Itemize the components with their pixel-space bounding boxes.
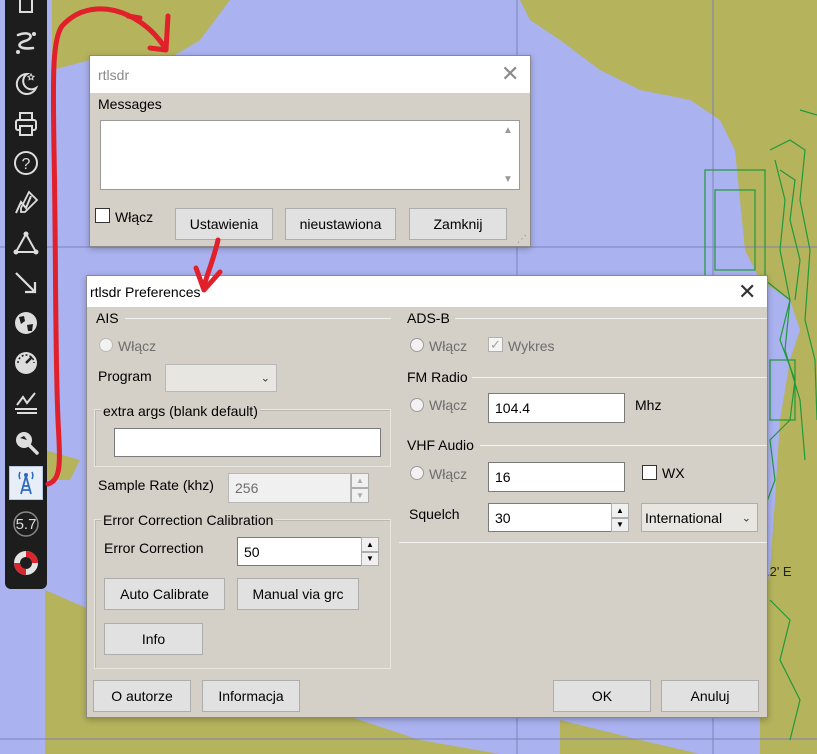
ecc-header: Error Correction Calibration: [101, 512, 276, 528]
error-correction-input[interactable]: 50: [237, 537, 362, 566]
fm-enable-label: Włącz: [429, 397, 468, 413]
fm-unit-label: Mhz: [635, 397, 662, 413]
svg-text:?: ?: [22, 156, 31, 173]
dashboard-icon[interactable]: [9, 346, 43, 380]
about-button[interactable]: O autorze: [93, 680, 191, 712]
manual-grc-button[interactable]: Manual via grc: [237, 578, 359, 610]
error-correction-spinner[interactable]: ▲ ▼: [361, 537, 379, 566]
sample-rate-input[interactable]: 256: [228, 473, 351, 503]
draw-icon[interactable]: [9, 186, 43, 220]
enable-checkbox[interactable]: [95, 208, 110, 223]
wx-checkbox[interactable]: [642, 465, 657, 480]
vhf-channel-value: 16: [495, 469, 511, 485]
close-icon[interactable]: ✕: [501, 63, 519, 85]
status-button[interactable]: nieustawiona: [285, 208, 396, 240]
lifebuoy-icon[interactable]: [9, 546, 43, 580]
squelch-value: 30: [495, 509, 511, 526]
sample-rate-spinner[interactable]: ▲ ▼: [351, 473, 369, 503]
program-select[interactable]: ⌄: [165, 364, 277, 392]
scroll-down-icon[interactable]: ▼: [503, 174, 513, 185]
window-title: rtlsdr: [98, 67, 130, 83]
help-icon[interactable]: ?: [9, 146, 43, 180]
adsb-plot-checkbox[interactable]: ✓: [488, 337, 503, 352]
route-icon[interactable]: [9, 26, 43, 60]
fm-frequency-input[interactable]: 104.4: [488, 393, 625, 423]
chevron-down-icon: ⌄: [741, 512, 751, 524]
vhf-header: VHF Audio: [407, 437, 474, 453]
print-icon[interactable]: [9, 107, 43, 141]
squelch-input[interactable]: 30: [488, 503, 612, 532]
zoom-level[interactable]: 5.7: [9, 507, 43, 541]
measure-icon[interactable]: [9, 266, 43, 300]
chart-icon[interactable]: [9, 385, 43, 419]
messages-scrollbar[interactable]: ▲ ▼: [499, 121, 519, 189]
vhf-bottom-divider: [399, 542, 767, 543]
squelch-label: Squelch: [409, 506, 460, 522]
spin-up-icon[interactable]: ▲: [611, 503, 629, 518]
ok-button[interactable]: OK: [553, 680, 651, 712]
fm-enable-radio[interactable]: [410, 398, 424, 412]
messages-label: Messages: [98, 96, 162, 112]
squelch-spinner[interactable]: ▲ ▼: [611, 503, 629, 532]
spin-down-icon[interactable]: ▼: [351, 488, 369, 503]
spin-down-icon[interactable]: ▼: [611, 517, 629, 532]
tracks-icon[interactable]: [9, 226, 43, 260]
information-button[interactable]: Informacja: [202, 680, 300, 712]
fm-frequency-value: 104.4: [495, 400, 531, 416]
close-icon[interactable]: ✕: [738, 281, 756, 303]
extra-args-input[interactable]: [114, 428, 381, 457]
program-label: Program: [98, 368, 152, 384]
region-value: International: [645, 509, 723, 526]
vhf-enable-label: Włącz: [429, 466, 468, 482]
rtlsdr-window: rtlsdr ✕ Messages ▲ ▼ Włącz Ustawienia n…: [89, 55, 531, 247]
globe-icon[interactable]: [9, 306, 43, 340]
cancel-button[interactable]: Anuluj: [661, 680, 759, 712]
auto-calibrate-button[interactable]: Auto Calibrate: [104, 578, 225, 610]
preferences-window: rtlsdr Preferences ✕ AIS Włącz Program ⌄…: [86, 275, 768, 718]
rtlsdr-titlebar[interactable]: rtlsdr ✕: [90, 56, 530, 93]
adsb-divider: [455, 318, 767, 319]
preferences-titlebar[interactable]: rtlsdr Preferences ✕: [87, 276, 767, 307]
error-correction-label: Error Correction: [104, 540, 204, 556]
ais-enable-radio[interactable]: [99, 338, 113, 352]
vhf-enable-radio[interactable]: [410, 466, 424, 480]
enable-label: Włącz: [115, 209, 154, 225]
zoom-label: 5.7: [15, 515, 37, 533]
page-icon[interactable]: [9, 0, 43, 22]
coordinate-label: .2' E: [766, 564, 792, 579]
main-toolbar: ? 5.7: [5, 0, 47, 589]
resize-grip-icon[interactable]: ⋰: [517, 234, 527, 245]
adsb-header: ADS-B: [407, 310, 450, 326]
region-select[interactable]: International ⌄: [641, 503, 758, 532]
spin-down-icon[interactable]: ▼: [361, 551, 379, 566]
settings-button[interactable]: Ustawienia: [175, 208, 273, 240]
messages-textarea[interactable]: ▲ ▼: [100, 120, 520, 190]
sample-rate-label: Sample Rate (khz): [98, 477, 214, 493]
sample-rate-value: 256: [235, 480, 259, 496]
ais-divider: [125, 318, 391, 319]
ais-enable-label: Włącz: [118, 338, 157, 354]
vhf-divider: [480, 445, 767, 446]
ais-header: AIS: [96, 310, 119, 326]
close-button[interactable]: Zamknij: [409, 208, 507, 240]
adsb-enable-label: Włącz: [429, 338, 468, 354]
adsb-enable-radio[interactable]: [410, 338, 424, 352]
extra-args-label: extra args (blank default): [101, 403, 260, 419]
info-button[interactable]: Info: [104, 623, 203, 655]
spin-up-icon[interactable]: ▲: [361, 537, 379, 552]
window-title: rtlsdr Preferences: [90, 284, 201, 300]
vhf-channel-input[interactable]: 16: [488, 462, 625, 492]
scroll-up-icon[interactable]: ▲: [503, 125, 513, 136]
chevron-down-icon: ⌄: [260, 372, 270, 385]
spin-up-icon[interactable]: ▲: [351, 473, 369, 488]
search-icon[interactable]: [9, 425, 43, 459]
wx-label: WX: [662, 465, 685, 481]
adsb-plot-label: Wykres: [508, 338, 555, 354]
error-correction-value: 50: [244, 543, 260, 560]
night-mode-icon[interactable]: [9, 67, 43, 101]
radio-tower-icon[interactable]: [9, 466, 43, 500]
fm-header: FM Radio: [407, 369, 468, 385]
fm-divider: [472, 377, 767, 378]
